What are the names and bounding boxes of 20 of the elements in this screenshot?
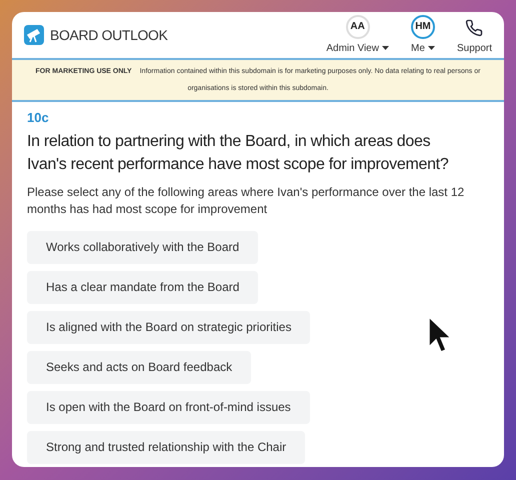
question-instruction: Please select any of the following areas where Ivan's performance over the last 12 months has had most scope for improvement [27,184,466,218]
caret-icon [428,46,435,50]
user-menu[interactable]: AA Admin View [326,14,389,56]
logo-text: BOARD OUTLOOK [50,26,168,44]
question-number: 10c [27,109,50,127]
avatar-icon: HM [410,14,435,38]
cursor-icon [428,316,452,354]
support-button[interactable]: Support [456,18,492,56]
answer-option[interactable]: Works collaboratively with the Board [27,230,258,264]
avatar-icon: AA [346,14,370,38]
answer-option[interactable]: Strong and trusted relationship with the Chair [27,430,306,464]
phone-icon [465,18,484,36]
answer-option[interactable]: Has a clear mandate from the Board [27,270,258,304]
telescope-logo-icon [24,25,44,45]
answer-option[interactable]: Is open with the Board on front-of-mind issues [27,390,310,424]
question-title: In relation to partnering with the Board, in which areas does Ivan's recent performance have most scope for improvement? [27,132,450,174]
answer-option[interactable]: Is aligned with the Board on strategic priorities [27,310,310,344]
answer-option[interactable]: Seeks and acts on Board feedback [27,350,252,384]
caret-icon [382,46,389,50]
user-menu[interactable]: HM Me [410,14,435,56]
